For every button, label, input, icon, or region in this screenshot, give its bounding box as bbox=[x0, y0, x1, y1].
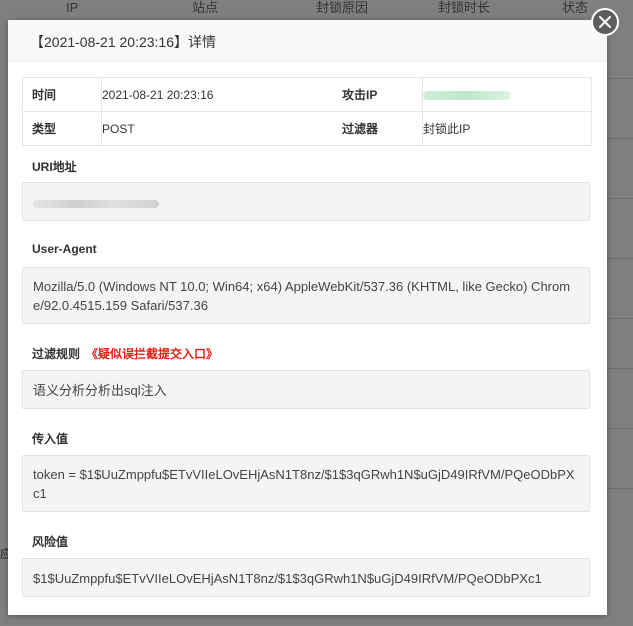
attack-ip-label: 攻击IP bbox=[333, 77, 423, 112]
filter-label: 过滤器 bbox=[333, 111, 423, 146]
info-table: 时间 2021-08-21 20:23:16 攻击IP 类型 POST 过滤器 … bbox=[22, 77, 592, 146]
bg-row-divider bbox=[607, 318, 633, 319]
bg-row-divider bbox=[607, 488, 633, 489]
bg-row-divider bbox=[607, 138, 633, 139]
modal-title: 【2021-08-21 20:23:16】详情 bbox=[8, 20, 607, 62]
bg-col-site: 站点 bbox=[192, 0, 219, 15]
bg-col-reason: 封锁原因 bbox=[316, 0, 369, 15]
bg-col-status: 状态 bbox=[562, 0, 589, 15]
detail-modal: 【2021-08-21 20:23:16】详情 时间 2021-08-21 20… bbox=[8, 20, 607, 615]
filter-rule-title: 过滤规则 bbox=[32, 347, 81, 361]
user-agent-label: User-Agent bbox=[32, 242, 97, 256]
time-value: 2021-08-21 20:23:16 bbox=[101, 77, 333, 112]
type-label: 类型 bbox=[22, 111, 102, 146]
bg-col-duration: 封锁时长 bbox=[438, 0, 491, 15]
bg-row-divider bbox=[607, 368, 633, 369]
bg-row-divider bbox=[607, 198, 633, 199]
redacted-uri bbox=[33, 199, 159, 208]
background-table-header: IP 站点 封锁原因 封锁时长 状态 bbox=[0, 0, 633, 20]
close-button[interactable] bbox=[591, 8, 619, 36]
close-icon bbox=[599, 16, 611, 28]
type-value: POST bbox=[101, 111, 333, 146]
bg-row-divider bbox=[607, 78, 633, 79]
bg-col-ip: IP bbox=[66, 0, 79, 15]
user-agent-box: Mozilla/5.0 (Windows NT 10.0; Win64; x64… bbox=[22, 267, 590, 324]
redacted-ip bbox=[423, 90, 511, 100]
filter-rule-label: 过滤规则 《疑似误拦截提交入口》 bbox=[32, 345, 218, 362]
uri-label: URI地址 bbox=[32, 160, 77, 174]
filter-value: 封锁此IP bbox=[422, 111, 592, 146]
bg-row-divider bbox=[607, 258, 633, 259]
filter-rule-warning: 《疑似误拦截提交入口》 bbox=[86, 347, 219, 361]
bg-row-divider bbox=[607, 428, 633, 429]
table-row: 类型 POST 过滤器 封锁此IP bbox=[22, 111, 592, 146]
input-value-box: token = $1$UuZmppfu$ETvVIIeLOvEHjAsN1T8n… bbox=[22, 455, 590, 512]
attack-ip-value bbox=[422, 77, 592, 112]
table-row: 时间 2021-08-21 20:23:16 攻击IP bbox=[22, 77, 592, 112]
risk-value-box: $1$UuZmppfu$ETvVIIeLOvEHjAsN1T8nz/$1$3qG… bbox=[22, 558, 590, 597]
filter-rule-box: 语义分析分析出sql注入 bbox=[22, 370, 590, 409]
time-label: 时间 bbox=[22, 77, 102, 112]
risk-value-label: 风险值 bbox=[32, 535, 69, 549]
input-value-label: 传入值 bbox=[32, 432, 69, 446]
uri-box bbox=[22, 182, 590, 221]
